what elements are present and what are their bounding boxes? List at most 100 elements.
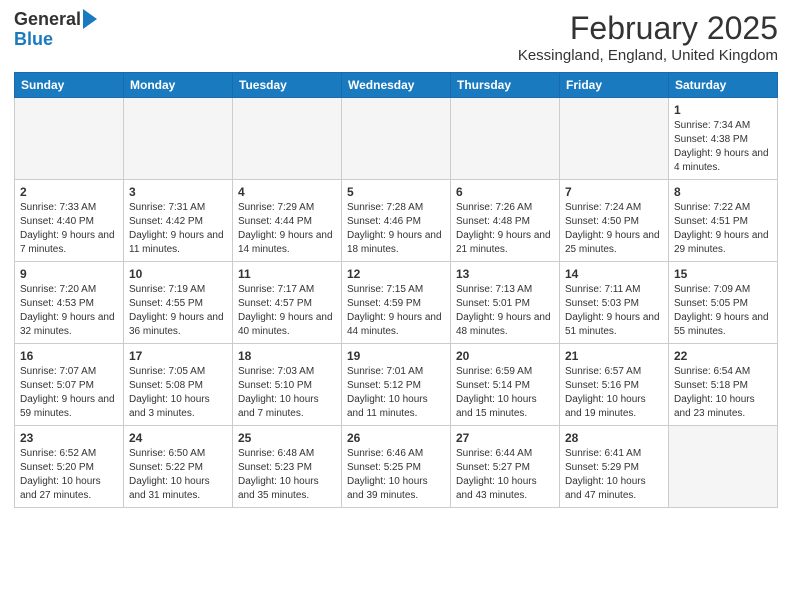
calendar-cell: 19 Sunrise: 7:01 AM Sunset: 5:12 PM Dayli…: [342, 344, 451, 426]
day-number: 18: [238, 349, 336, 363]
calendar-cell: 1Sunrise: 7:34 AM Sunset: 4:38 PM Daylig…: [669, 98, 778, 180]
day-info: Sunrise: 7:05 AM Sunset: 5:08 PM Dayligh…: [129, 365, 227, 421]
day-number: 19: [347, 349, 445, 363]
calendar-header-row: SundayMondayTuesdayWednesdayThursdayFrid…: [15, 73, 778, 98]
header: General Blue February 2025 Kessingland, …: [14, 10, 778, 64]
day-info: Sunrise: 6:59 AM Sunset: 5:14 PM Dayligh…: [456, 365, 554, 421]
week-row-3: 16Sunrise: 7:07 AM Sunset: 5:07 PM Dayli…: [15, 344, 778, 426]
calendar-cell: 28 Sunrise: 6:41 AM Sunset: 5:29 PM Dayli…: [560, 426, 669, 508]
calendar-cell: 5 Sunrise: 7:28 AM Sunset: 4:46 PM Daylig…: [342, 180, 451, 262]
day-info: Sunrise: 6:52 AM Sunset: 5:20 PM Dayligh…: [20, 447, 118, 503]
calendar-cell: 26 Sunrise: 6:46 AM Sunset: 5:25 PM Dayli…: [342, 426, 451, 508]
day-header-monday: Monday: [124, 73, 233, 98]
day-info: Sunrise: 7:33 AM Sunset: 4:40 PM Dayligh…: [20, 201, 118, 257]
day-info: Sunrise: 7:20 AM Sunset: 4:53 PM Dayligh…: [20, 283, 118, 339]
day-number: 4: [238, 185, 336, 199]
day-info: Sunrise: 7:01 AM Sunset: 5:12 PM Dayligh…: [347, 365, 445, 421]
calendar-cell: 7 Sunrise: 7:24 AM Sunset: 4:50 PM Daylig…: [560, 180, 669, 262]
calendar-cell: 13 Sunrise: 7:13 AM Sunset: 5:01 PM Dayli…: [451, 262, 560, 344]
day-info: Sunrise: 7:28 AM Sunset: 4:46 PM Dayligh…: [347, 201, 445, 257]
day-number: 17: [129, 349, 227, 363]
day-info: Sunrise: 6:50 AM Sunset: 5:22 PM Dayligh…: [129, 447, 227, 503]
day-number: 20: [456, 349, 554, 363]
day-number: 27: [456, 431, 554, 445]
week-row-2: 9 Sunrise: 7:20 AM Sunset: 4:53 PM Daylig…: [15, 262, 778, 344]
day-number: 9: [20, 267, 118, 281]
day-info: Sunrise: 7:11 AM Sunset: 5:03 PM Dayligh…: [565, 283, 663, 339]
calendar-cell: 24 Sunrise: 6:50 AM Sunset: 5:22 PM Dayli…: [124, 426, 233, 508]
week-row-0: 1Sunrise: 7:34 AM Sunset: 4:38 PM Daylig…: [15, 98, 778, 180]
day-number: 14: [565, 267, 663, 281]
day-number: 3: [129, 185, 227, 199]
calendar-cell: [669, 426, 778, 508]
day-info: Sunrise: 6:57 AM Sunset: 5:16 PM Dayligh…: [565, 365, 663, 421]
calendar-cell: 3 Sunrise: 7:31 AM Sunset: 4:42 PM Daylig…: [124, 180, 233, 262]
week-row-4: 23Sunrise: 6:52 AM Sunset: 5:20 PM Dayli…: [15, 426, 778, 508]
calendar-cell: 4 Sunrise: 7:29 AM Sunset: 4:44 PM Daylig…: [233, 180, 342, 262]
calendar-cell: 16Sunrise: 7:07 AM Sunset: 5:07 PM Dayli…: [15, 344, 124, 426]
page: General Blue February 2025 Kessingland, …: [0, 0, 792, 522]
day-number: 26: [347, 431, 445, 445]
day-info: Sunrise: 7:07 AM Sunset: 5:07 PM Dayligh…: [20, 365, 118, 421]
calendar-cell: 22 Sunrise: 6:54 AM Sunset: 5:18 PM Dayli…: [669, 344, 778, 426]
day-header-tuesday: Tuesday: [233, 73, 342, 98]
calendar-cell: 10Sunrise: 7:19 AM Sunset: 4:55 PM Dayli…: [124, 262, 233, 344]
day-info: Sunrise: 7:22 AM Sunset: 4:51 PM Dayligh…: [674, 201, 772, 257]
day-header-sunday: Sunday: [15, 73, 124, 98]
day-header-thursday: Thursday: [451, 73, 560, 98]
day-number: 15: [674, 267, 772, 281]
calendar-cell: 23Sunrise: 6:52 AM Sunset: 5:20 PM Dayli…: [15, 426, 124, 508]
day-info: Sunrise: 7:09 AM Sunset: 5:05 PM Dayligh…: [674, 283, 772, 339]
logo-general: General: [14, 10, 81, 30]
day-info: Sunrise: 7:26 AM Sunset: 4:48 PM Dayligh…: [456, 201, 554, 257]
calendar-cell: 21Sunrise: 6:57 AM Sunset: 5:16 PM Dayli…: [560, 344, 669, 426]
day-number: 22: [674, 349, 772, 363]
day-info: Sunrise: 7:19 AM Sunset: 4:55 PM Dayligh…: [129, 283, 227, 339]
day-number: 13: [456, 267, 554, 281]
day-number: 12: [347, 267, 445, 281]
day-number: 25: [238, 431, 336, 445]
logo-blue: Blue: [14, 29, 53, 49]
location: Kessingland, England, United Kingdom: [518, 47, 778, 64]
day-info: Sunrise: 7:15 AM Sunset: 4:59 PM Dayligh…: [347, 283, 445, 339]
calendar-cell: [560, 98, 669, 180]
day-info: Sunrise: 7:24 AM Sunset: 4:50 PM Dayligh…: [565, 201, 663, 257]
day-number: 1: [674, 103, 772, 117]
logo-text-block: General Blue: [14, 10, 97, 50]
calendar-cell: [15, 98, 124, 180]
day-info: Sunrise: 7:03 AM Sunset: 5:10 PM Dayligh…: [238, 365, 336, 421]
calendar-cell: 27Sunrise: 6:44 AM Sunset: 5:27 PM Dayli…: [451, 426, 560, 508]
day-number: 2: [20, 185, 118, 199]
calendar-cell: 20 Sunrise: 6:59 AM Sunset: 5:14 PM Dayli…: [451, 344, 560, 426]
day-number: 5: [347, 185, 445, 199]
day-info: Sunrise: 6:48 AM Sunset: 5:23 PM Dayligh…: [238, 447, 336, 503]
calendar-cell: 11Sunrise: 7:17 AM Sunset: 4:57 PM Dayli…: [233, 262, 342, 344]
day-number: 6: [456, 185, 554, 199]
logo: General Blue: [14, 10, 97, 50]
day-info: Sunrise: 7:29 AM Sunset: 4:44 PM Dayligh…: [238, 201, 336, 257]
day-info: Sunrise: 7:13 AM Sunset: 5:01 PM Dayligh…: [456, 283, 554, 339]
day-number: 24: [129, 431, 227, 445]
day-number: 7: [565, 185, 663, 199]
calendar-cell: 15 Sunrise: 7:09 AM Sunset: 5:05 PM Dayli…: [669, 262, 778, 344]
day-header-wednesday: Wednesday: [342, 73, 451, 98]
calendar-cell: [233, 98, 342, 180]
calendar-cell: 14 Sunrise: 7:11 AM Sunset: 5:03 PM Dayli…: [560, 262, 669, 344]
day-info: Sunrise: 7:31 AM Sunset: 4:42 PM Dayligh…: [129, 201, 227, 257]
calendar-cell: [451, 98, 560, 180]
day-number: 8: [674, 185, 772, 199]
calendar-cell: [342, 98, 451, 180]
month-title: February 2025: [518, 10, 778, 47]
calendar-cell: 9 Sunrise: 7:20 AM Sunset: 4:53 PM Daylig…: [15, 262, 124, 344]
logo-arrow-icon: [83, 9, 97, 29]
day-info: Sunrise: 7:17 AM Sunset: 4:57 PM Dayligh…: [238, 283, 336, 339]
week-row-1: 2 Sunrise: 7:33 AM Sunset: 4:40 PM Daylig…: [15, 180, 778, 262]
day-info: Sunrise: 6:54 AM Sunset: 5:18 PM Dayligh…: [674, 365, 772, 421]
calendar-cell: 12 Sunrise: 7:15 AM Sunset: 4:59 PM Dayli…: [342, 262, 451, 344]
calendar-cell: 2 Sunrise: 7:33 AM Sunset: 4:40 PM Daylig…: [15, 180, 124, 262]
calendar-table: SundayMondayTuesdayWednesdayThursdayFrid…: [14, 72, 778, 508]
day-info: Sunrise: 6:41 AM Sunset: 5:29 PM Dayligh…: [565, 447, 663, 503]
day-info: Sunrise: 6:46 AM Sunset: 5:25 PM Dayligh…: [347, 447, 445, 503]
calendar-cell: 6 Sunrise: 7:26 AM Sunset: 4:48 PM Daylig…: [451, 180, 560, 262]
day-number: 28: [565, 431, 663, 445]
